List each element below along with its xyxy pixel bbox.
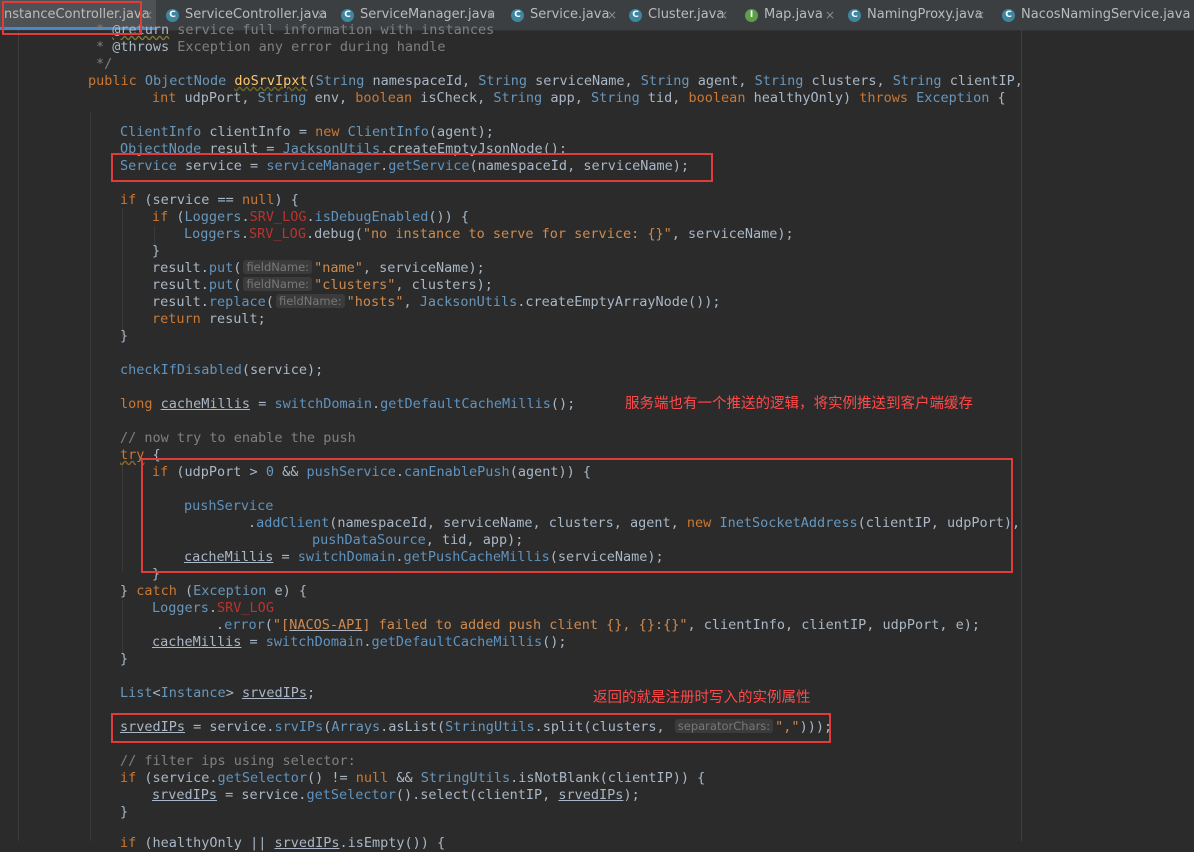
parameter-hint: fieldName: — [243, 260, 313, 274]
code-line: * @return service full information with … — [96, 22, 495, 38]
code-line: if (udpPort > 0 && pushService.canEnable… — [152, 464, 591, 480]
code-line: ObjectNode result = JacksonUtils.createE… — [120, 141, 568, 157]
code-line: .error("[NACOS-API] failed to added push… — [216, 617, 981, 633]
class-icon: C — [629, 9, 642, 22]
code-line: if (healthyOnly || srvedIPs.isEmpty()) { — [120, 835, 446, 851]
class-icon: C — [511, 9, 524, 22]
code-line: srvedIPs = service.getSelector().select(… — [152, 787, 640, 803]
code-line: ClientInfo clientInfo = new ClientInfo(a… — [120, 124, 494, 140]
class-icon: C — [848, 9, 861, 22]
code-line: .addClient(namespaceId, serviceName, clu… — [248, 515, 1021, 531]
parameter-hint: fieldName: — [243, 277, 313, 291]
parameter-hint: fieldName: — [275, 294, 345, 308]
close-icon[interactable]: × — [975, 0, 985, 30]
code-line: try { — [120, 447, 161, 463]
tab-label: NacosNamingService.java — [1021, 7, 1191, 22]
close-icon[interactable]: × — [607, 0, 617, 30]
code-comment: // filter ips using selector: — [120, 753, 356, 769]
close-icon[interactable]: × — [718, 0, 728, 30]
indent-guide — [90, 112, 91, 841]
gutter-divider — [18, 30, 19, 841]
tab-naming-proxy[interactable]: C NamingProxy.java × — [848, 0, 990, 30]
code-line: srvedIPs = service.srvIPs(Arrays.asList(… — [120, 719, 833, 735]
code-line: cacheMillis = switchDomain.getPushCacheM… — [184, 549, 664, 565]
code-line: Loggers.SRV_LOG.debug("no instance to se… — [184, 226, 794, 242]
code-line: long cacheMillis = switchDomain.getDefau… — [120, 396, 576, 412]
code-line: checkIfDisabled(service); — [120, 362, 324, 378]
tab-label: Map.java — [764, 7, 823, 22]
indent-guide — [122, 462, 123, 572]
code-line: List<Instance> srvedIPs; — [120, 685, 316, 701]
code-line: result.replace(fieldName: "hosts", Jackso… — [152, 294, 721, 310]
tab-cluster[interactable]: C Cluster.java × — [629, 0, 732, 30]
code-line: } — [152, 566, 161, 582]
code-line: } — [152, 243, 161, 259]
code-line: if (Loggers.SRV_LOG.isDebugEnabled()) { — [152, 209, 470, 225]
class-icon: C — [166, 9, 179, 22]
tab-label: Cluster.java — [648, 7, 725, 22]
code-line: } — [120, 328, 129, 344]
class-icon: C — [1002, 9, 1015, 22]
code-line: if (service.getSelector() != null && Str… — [120, 770, 706, 786]
parameter-hint: separatorChars: — [674, 719, 774, 733]
code-line: result.put(fieldName: "clusters", cluster… — [152, 277, 493, 293]
code-line: pushDataSource, tid, app); — [312, 532, 524, 548]
code-line: return result; — [152, 311, 266, 327]
code-line: Loggers.SRV_LOG — [152, 600, 274, 616]
code-line: pushService — [184, 498, 274, 514]
push-annotation-text: 服务端也有一个推送的逻辑，将实例推送到客户端缓存 — [625, 396, 973, 412]
code-line: int udpPort, String env, boolean isCheck… — [152, 90, 1006, 106]
code-line: } — [120, 804, 129, 820]
right-margin-guide — [1021, 30, 1022, 841]
return-annotation-text: 返回的就是注册时写入的实例属性 — [593, 690, 811, 706]
tab-label: Service.java — [530, 7, 610, 22]
tab-nacos-naming-service[interactable]: C NacosNamingService.java — [1002, 0, 1194, 30]
close-icon[interactable]: × — [825, 0, 835, 30]
indent-guide — [122, 600, 123, 655]
class-icon: C — [341, 9, 354, 22]
code-line: } — [120, 651, 129, 667]
code-line: * @throws Exception any error during han… — [96, 39, 446, 55]
interface-icon: I — [745, 9, 758, 22]
tab-service[interactable]: C Service.java × — [511, 0, 621, 30]
code-line: public ObjectNode doSrvIpxt(String names… — [88, 73, 1023, 89]
code-comment: // now try to enable the push — [120, 430, 356, 446]
tab-map[interactable]: I Map.java × — [745, 0, 835, 30]
code-line: } catch (Exception e) { — [120, 583, 307, 599]
code-line: */ — [96, 56, 113, 72]
indent-guide — [122, 208, 123, 338]
code-line: Service service = serviceManager.getServ… — [120, 158, 689, 174]
code-line: result.put(fieldName: "name", serviceName… — [152, 260, 485, 276]
tab-label: NamingProxy.java — [867, 7, 983, 22]
code-line: cacheMillis = switchDomain.getDefaultCac… — [152, 634, 567, 650]
code-line: if (service == null) { — [120, 192, 299, 208]
